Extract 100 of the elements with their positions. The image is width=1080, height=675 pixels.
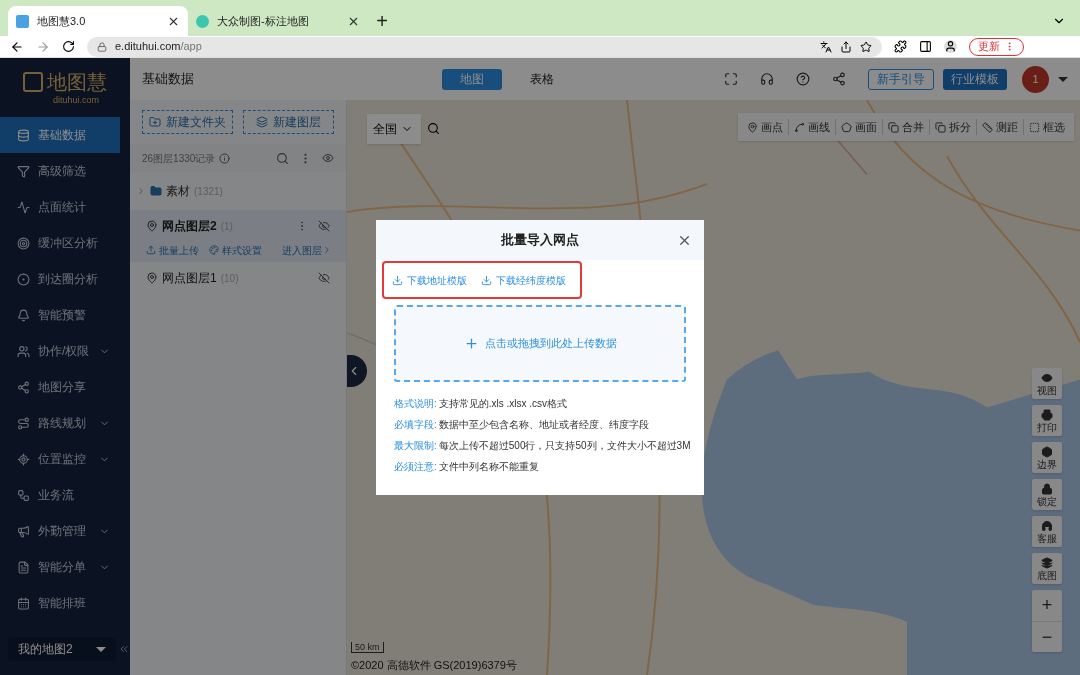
sidebar-item[interactable]: 智能排班 — [0, 585, 120, 621]
url-host: e.dituhui.com — [115, 39, 181, 55]
palette-icon — [209, 245, 219, 255]
view-tab[interactable]: 表格 — [512, 68, 572, 90]
fullscreen-icon[interactable] — [724, 72, 738, 86]
note-text: 支持常见的.xls .xlsx .csv格式 — [438, 397, 568, 411]
menu-label: 缓冲区分析 — [38, 235, 99, 252]
guide-button[interactable]: 新手引导 — [868, 68, 934, 90]
menu-icon — [17, 560, 30, 574]
map-side-tool[interactable]: 视图 — [1032, 368, 1062, 399]
tool-icon — [1041, 482, 1053, 495]
side-panel-icon[interactable] — [919, 40, 932, 53]
tool-icon — [1029, 121, 1040, 133]
eye-icon[interactable] — [322, 152, 334, 164]
menu-label: 基础数据 — [38, 127, 87, 144]
sidebar-item[interactable]: 智能预警 — [0, 297, 120, 333]
translate-icon[interactable] — [820, 40, 832, 53]
tool-icon — [1041, 445, 1053, 458]
note-text: 每次上传不超过500行，只支持50列，文件大小不超过3M — [438, 439, 691, 453]
map-side-tool[interactable]: 边界 — [1032, 442, 1062, 473]
plus-icon — [463, 336, 479, 351]
draw-tool[interactable]: 拆分 — [929, 118, 976, 136]
sidebar-item[interactable]: 缓冲区分析 — [0, 225, 120, 261]
menu-label: 到达圈分析 — [38, 271, 99, 288]
tab-title: 地图慧3.0 — [37, 13, 87, 29]
sidebar-item[interactable]: 高级筛选 — [0, 153, 120, 189]
zoom-in-button[interactable]: + — [1032, 590, 1062, 621]
help-icon[interactable] — [796, 72, 810, 86]
profile-icon[interactable] — [944, 40, 957, 53]
new-item-button[interactable]: 新建图层 — [243, 110, 334, 134]
page-title: 基础数据 — [142, 70, 195, 89]
pin-icon — [146, 272, 158, 284]
download-template-link[interactable]: 下载经纬度模版 — [481, 272, 566, 288]
chevron-icon — [322, 245, 332, 255]
draw-tool[interactable]: 画点 — [742, 118, 788, 136]
browser-tab[interactable]: 大众制图-标注地图 — [188, 6, 368, 36]
eye-off-icon[interactable] — [318, 272, 330, 284]
menu-icon — [17, 236, 30, 250]
search-icon[interactable] — [276, 151, 289, 165]
download-template-link[interactable]: 下载地址模版 — [392, 272, 467, 288]
layer-action-link[interactable]: 样式设置 — [209, 242, 262, 258]
sidebar-item[interactable]: 点面统计 — [0, 189, 120, 225]
map-side-tool[interactable]: 打印 — [1032, 405, 1062, 436]
menu-icon — [17, 128, 30, 142]
new-item-button[interactable]: 新建文件夹 — [142, 110, 233, 134]
upload-icon — [146, 245, 156, 255]
sidebar-item[interactable]: 位置监控 — [0, 441, 120, 477]
menu-label: 智能排班 — [38, 595, 87, 612]
sidebar-item[interactable]: 基础数据 — [0, 117, 120, 153]
view-tab[interactable]: 地图 — [442, 68, 502, 90]
draw-tool[interactable]: 画线 — [788, 118, 835, 136]
sidebar-item[interactable]: 地图分享 — [0, 369, 120, 405]
collapse-icon[interactable] — [118, 643, 130, 655]
url-path: /app — [180, 39, 202, 55]
menu-icon — [17, 308, 30, 322]
extensions-icon[interactable] — [894, 40, 907, 53]
download-icon — [392, 274, 403, 286]
sidebar-item[interactable]: 协作/权限 — [0, 333, 120, 369]
user-avatar[interactable]: 1 — [1022, 65, 1049, 93]
draw-tool[interactable]: 合并 — [882, 118, 929, 136]
draw-tool[interactable]: 测距 — [976, 118, 1023, 136]
back-icon[interactable] — [10, 39, 24, 54]
tool-icon — [982, 121, 993, 133]
browser-tab[interactable]: 地图慧3.0 — [8, 6, 188, 36]
draw-tool[interactable]: 画面 — [835, 118, 882, 136]
upload-area[interactable]: 点击或拖拽到此处上传数据 — [394, 305, 686, 382]
sidebar-item[interactable]: 智能分单 — [0, 549, 120, 585]
sidebar-item[interactable]: 路线规划 — [0, 405, 120, 441]
info-icon[interactable] — [219, 152, 231, 164]
address-bar[interactable]: e.dituhui.com/app — [87, 36, 882, 57]
template-button[interactable]: 行业模板 — [943, 68, 1007, 90]
forward-icon[interactable] — [36, 39, 50, 54]
map-side-tool[interactable]: 锁定 — [1032, 479, 1062, 510]
eye-off-icon[interactable] — [318, 220, 330, 232]
draw-tool[interactable]: 框选 — [1023, 118, 1070, 136]
search-icon[interactable] — [427, 122, 440, 135]
close-icon[interactable] — [677, 233, 692, 248]
menu-label: 路线规划 — [38, 415, 87, 432]
reload-icon[interactable] — [62, 40, 75, 53]
new-tab-button[interactable]: + — [368, 6, 396, 36]
sidebar-item[interactable]: 到达圈分析 — [0, 261, 120, 297]
share-icon[interactable] — [840, 40, 852, 53]
tab-title: 大众制图-标注地图 — [217, 13, 310, 29]
region-selector[interactable]: 全国 — [367, 114, 421, 144]
menu-label: 协作/权限 — [38, 343, 91, 360]
menu-label: 外勤管理 — [38, 523, 87, 540]
pin-icon — [146, 220, 158, 232]
caret-icon[interactable] — [1058, 76, 1068, 82]
layer-action-link[interactable]: 批量上传 — [146, 242, 199, 258]
sidebar-item[interactable]: 业务流 — [0, 477, 120, 513]
enter-layer-link[interactable]: 进入图层 — [282, 242, 332, 258]
headset-icon[interactable] — [760, 72, 774, 86]
zoom-out-button[interactable]: − — [1032, 621, 1062, 652]
bookmark-star-icon[interactable] — [860, 40, 872, 53]
menu-icon — [17, 164, 30, 178]
map-selector[interactable]: 我的地图2 — [8, 637, 117, 661]
map-side-tool[interactable]: 底图 — [1032, 553, 1062, 584]
note-label: 格式说明: — [394, 397, 437, 411]
sidebar-item[interactable]: 外勤管理 — [0, 513, 120, 549]
map-side-tool[interactable]: 客服 — [1032, 516, 1062, 547]
